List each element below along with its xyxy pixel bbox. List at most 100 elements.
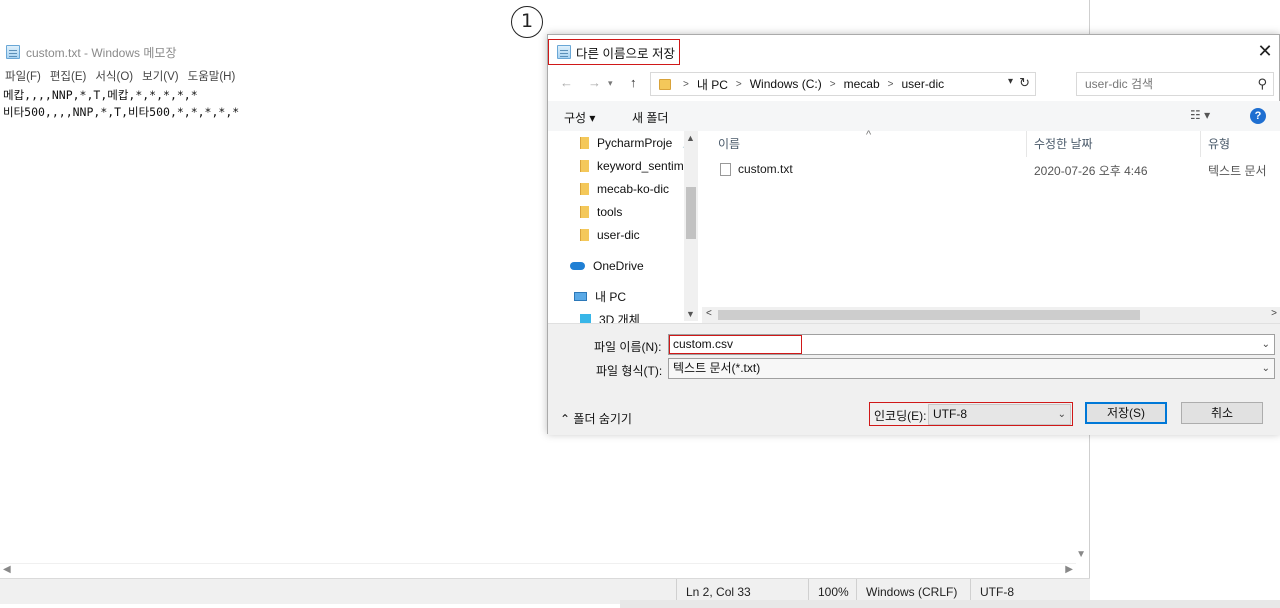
column-modified-header[interactable]: 수정한 날짜 — [1034, 135, 1093, 152]
filetype-value: 텍스트 문서(*.txt) — [673, 361, 761, 375]
nav-item-tools[interactable]: tools — [580, 202, 622, 222]
breadcrumb-user-dic[interactable]: user-dic — [901, 77, 944, 91]
filetype-label: 파일 형식(T): — [596, 364, 663, 378]
up-arrow-icon[interactable]: ↑ — [630, 75, 637, 90]
notepad-title-bar: custom.txt - Windows 메모장 — [6, 44, 176, 60]
menu-file[interactable]: 파일(F) — [5, 68, 50, 84]
menu-edit[interactable]: 편집(E) — [50, 68, 96, 84]
notepad-title: custom.txt - Windows 메모장 — [26, 45, 177, 60]
scroll-thumb[interactable] — [686, 187, 696, 239]
chevron-right-icon: > — [735, 78, 742, 90]
notepad-text-area[interactable]: 메캅,,,,NNP,*,T,메캅,*,*,*,*,* 비타500,,,,NNP,*… — [3, 87, 239, 121]
chevron-right-icon: > — [829, 78, 836, 90]
text-line: 비타500,,,,NNP,*,T,비타500,*,*,*,*,* — [3, 105, 240, 119]
dialog-title: 다른 이름으로 저장 — [576, 46, 675, 61]
address-bar[interactable]: > 내 PC > Windows (C:) > mecab > user-dic… — [650, 72, 1036, 96]
cancel-button[interactable]: 취소 — [1181, 402, 1263, 424]
notepad-menu-bar: 파일(F) 편집(E) 서식(O) 보기(V) 도움말(H) — [5, 68, 244, 84]
nav-item-label: tools — [597, 205, 623, 219]
notepad-icon — [6, 45, 20, 59]
scroll-down-icon[interactable]: ▼ — [1076, 549, 1086, 560]
scroll-right-icon[interactable]: > — [1271, 308, 1277, 319]
nav-item-user-dic[interactable]: user-dic — [580, 225, 640, 245]
menu-format[interactable]: 서식(O) — [95, 68, 142, 84]
refresh-icon[interactable]: ↻ — [1019, 75, 1030, 91]
hide-folders-label: 폴더 숨기기 — [573, 412, 632, 426]
chevron-down-icon[interactable]: ▾ — [608, 78, 613, 89]
breadcrumb-mecab[interactable]: mecab — [844, 77, 880, 91]
column-divider[interactable] — [1200, 131, 1201, 157]
close-icon[interactable]: ✕ — [1255, 41, 1275, 61]
breadcrumb-this-pc[interactable]: 내 PC — [697, 76, 728, 93]
filetype-select[interactable]: 텍스트 문서(*.txt) ⌄ — [668, 358, 1275, 379]
chevron-down-icon[interactable]: ⌄ — [1262, 359, 1270, 378]
nav-item-label: 내 PC — [595, 289, 627, 304]
hide-folders-button[interactable]: ⌃ 폴더 숨기기 — [560, 410, 632, 427]
search-icon[interactable]: ⚲ — [1257, 73, 1267, 95]
folder-icon — [580, 137, 589, 149]
file-name: custom.txt — [738, 162, 793, 176]
nav-item-label: PycharmProje — [597, 136, 673, 150]
dialog-title-highlight: 다른 이름으로 저장 — [548, 39, 680, 65]
address-dropdown-icon[interactable]: ▾ — [1008, 76, 1013, 87]
nav-item-onedrive[interactable]: OneDrive — [570, 256, 644, 276]
view-options-button[interactable]: ☷ ▾ — [1190, 108, 1210, 122]
file-list-horizontal-scrollbar[interactable]: < > — [702, 307, 1280, 323]
folder-icon — [659, 78, 671, 90]
forward-arrow-icon[interactable]: → — [588, 75, 601, 90]
column-divider[interactable] — [1026, 131, 1027, 157]
text-line: 메캅,,,,NNP,*,T,메캅,*,*,*,*,* — [3, 88, 198, 102]
file-modified: 2020-07-26 오후 4:46 — [1034, 164, 1148, 178]
nav-item-label: OneDrive — [593, 259, 644, 273]
breadcrumb-drive[interactable]: Windows (C:) — [750, 77, 822, 91]
taskbar-edge — [620, 600, 1280, 608]
file-row[interactable]: custom.txt — [720, 162, 793, 180]
new-folder-button[interactable]: 새 폴더 — [632, 109, 668, 126]
chevron-down-icon[interactable]: ⌄ — [1058, 405, 1066, 424]
scroll-right-icon[interactable]: ▶ — [1065, 564, 1073, 575]
save-button[interactable]: 저장(S) — [1085, 402, 1167, 424]
back-arrow-icon[interactable]: ← — [560, 75, 573, 90]
text-file-icon — [720, 163, 731, 177]
file-list-pane: 이름 ^ 수정한 날짜 유형 custom.txt 2020-07-26 오후 … — [702, 129, 1280, 321]
filename-label: 파일 이름(N): — [594, 340, 662, 354]
column-name-header[interactable]: 이름 — [718, 135, 740, 152]
nav-item-keyword[interactable]: keyword_sentim — [580, 156, 684, 176]
save-as-dialog: 다른 이름으로 저장 ✕ ← → ▾ ↑ > 내 PC > Windows (C… — [547, 34, 1280, 435]
scroll-left-icon[interactable]: < — [706, 308, 712, 319]
dialog-title-bar: 다른 이름으로 저장 ✕ — [548, 35, 1280, 67]
nav-item-label: mecab-ko-dic — [597, 182, 670, 196]
file-type: 텍스트 문서 — [1208, 164, 1267, 178]
computer-icon — [574, 291, 587, 301]
menu-view[interactable]: 보기(V) — [142, 68, 188, 84]
background-window — [1090, 434, 1280, 608]
menu-help[interactable]: 도움말(H) — [188, 68, 245, 84]
encoding-select[interactable]: UTF-8 ⌄ — [928, 404, 1071, 425]
scroll-left-icon[interactable]: ◀ — [3, 564, 11, 575]
filename-highlight — [669, 335, 802, 354]
chevron-down-icon[interactable]: ⌄ — [1262, 335, 1270, 354]
notepad-icon — [557, 45, 571, 59]
navigation-bar: ← → ▾ ↑ > 내 PC > Windows (C:) > mecab > … — [548, 69, 1280, 99]
help-icon[interactable]: ? — [1250, 108, 1266, 124]
nav-item-mecab-ko-dic[interactable]: mecab-ko-dic — [580, 179, 669, 199]
scroll-thumb[interactable] — [718, 310, 1140, 320]
nav-item-this-pc[interactable]: 내 PC — [574, 286, 626, 306]
folder-icon — [580, 183, 589, 195]
scroll-up-icon[interactable]: ▲ — [686, 133, 695, 143]
notepad-horizontal-scrollbar[interactable]: ◀ ▶ — [0, 563, 1076, 577]
organize-button[interactable]: 구성 ▾ — [564, 109, 595, 126]
cloud-icon — [570, 262, 585, 270]
column-type-header[interactable]: 유형 — [1208, 135, 1230, 152]
navigation-pane: PycharmProje📌 keyword_sentim mecab-ko-di… — [548, 131, 698, 327]
sort-indicator-icon: ^ — [866, 129, 872, 141]
search-input[interactable]: user-dic 검색 ⚲ — [1076, 72, 1274, 96]
dialog-bottom-panel: 파일 이름(N): custom.csv ⌄ 파일 형식(T): 텍스트 문서(… — [548, 323, 1280, 435]
nav-pane-scrollbar[interactable]: ▲ ▼ — [684, 131, 698, 321]
annotation-1: 1 — [511, 6, 543, 38]
nav-item-pycharm[interactable]: PycharmProje📌 — [580, 133, 695, 153]
scroll-down-icon[interactable]: ▼ — [686, 309, 695, 319]
chevron-right-icon: > — [683, 78, 689, 90]
nav-item-label: user-dic — [597, 228, 640, 242]
nav-item-label: keyword_sentim — [597, 159, 684, 173]
